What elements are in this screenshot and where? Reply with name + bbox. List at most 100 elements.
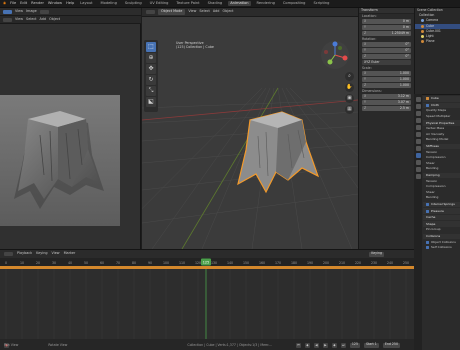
tab-rendering[interactable]: Rendering: [255, 1, 277, 7]
checkbox-icon[interactable]: [426, 209, 429, 213]
particles-tab-icon[interactable]: [415, 146, 421, 151]
timeline-body[interactable]: [0, 269, 414, 339]
menu-view[interactable]: View: [188, 9, 196, 13]
keying-set-dropdown[interactable]: Keying: [369, 251, 384, 257]
3d-viewport[interactable]: Object Mode View Select Add Object User …: [142, 8, 358, 249]
checkbox-icon[interactable]: [426, 202, 429, 206]
image-browse-icon[interactable]: [39, 9, 49, 14]
start-frame-field[interactable]: Start 1: [363, 342, 379, 348]
tab-modeling[interactable]: Modeling: [99, 1, 119, 7]
menu-select[interactable]: Select: [199, 9, 209, 13]
prev-key-icon[interactable]: ◆: [304, 342, 310, 348]
prop-section[interactable]: Pressure: [423, 208, 460, 214]
tab-compositing[interactable]: Compositing: [281, 1, 308, 7]
checkbox-icon[interactable]: [426, 103, 429, 107]
menu-window[interactable]: Window: [48, 1, 62, 6]
mode-dropdown[interactable]: Object Mode: [158, 9, 186, 15]
play-icon[interactable]: ▶: [322, 342, 328, 348]
prop-row[interactable]: Bending: [423, 195, 460, 201]
scene-tab-icon[interactable]: [415, 118, 421, 123]
prop-row[interactable]: Self Collisions: [423, 245, 460, 251]
location-z-field[interactable]: Z 1.25049 m: [362, 31, 411, 36]
navigation-gizmo[interactable]: [320, 40, 350, 70]
cursor-tool-icon[interactable]: ⊕: [146, 53, 156, 63]
tab-animation[interactable]: Animation: [228, 0, 251, 7]
location-y-field[interactable]: Y0 m: [362, 25, 411, 30]
menu-add[interactable]: Add: [213, 9, 220, 13]
outliner-row-plane[interactable]: Plane: [415, 39, 460, 44]
current-frame-field[interactable]: 125: [349, 342, 360, 348]
menu-view[interactable]: View: [52, 251, 60, 255]
tab-scripting[interactable]: Scripting: [311, 1, 331, 7]
menu-keying[interactable]: Keying: [36, 251, 47, 255]
object-name-field[interactable]: Cube: [423, 96, 460, 102]
jump-start-icon[interactable]: ⏮: [295, 342, 301, 348]
prop-row[interactable]: Pin Group: [423, 227, 460, 233]
scale-x-field[interactable]: X 1.000: [362, 71, 411, 76]
tab-layout[interactable]: Layout: [78, 1, 94, 7]
next-key-icon[interactable]: ◆: [331, 342, 337, 348]
transform-tool-icon[interactable]: ⬕: [146, 97, 156, 107]
location-x-field[interactable]: X0 m: [362, 19, 411, 24]
dimensions-y-field[interactable]: Y 3.07 m: [362, 100, 411, 105]
menu-edit[interactable]: Edit: [20, 1, 27, 6]
camera-view-icon[interactable]: ▣: [345, 94, 354, 103]
perspective-toggle-icon[interactable]: ▦: [345, 105, 354, 114]
move-tool-icon[interactable]: ✥: [146, 64, 156, 74]
pan-hand-icon[interactable]: ✋: [345, 83, 354, 92]
editor-type-icon[interactable]: [146, 10, 155, 14]
material-tab-icon[interactable]: [415, 174, 421, 179]
tab-uv-editing[interactable]: UV Editing: [148, 1, 171, 7]
editor-type-icon[interactable]: [3, 17, 12, 22]
physics-tab-icon[interactable]: [415, 153, 421, 158]
world-tab-icon[interactable]: [415, 125, 421, 130]
rotate-tool-icon[interactable]: ↻: [146, 75, 156, 85]
tab-texture-paint[interactable]: Texture Paint: [174, 1, 201, 7]
output-tab-icon[interactable]: [415, 111, 421, 116]
frame-ruler[interactable]: 0 10 20 30 40 50 60 70 80 90 100 110 120 130 140 150 160…: [0, 258, 414, 266]
menu-select[interactable]: Select: [26, 17, 36, 21]
menu-render[interactable]: Render: [31, 1, 44, 6]
end-frame-field[interactable]: End 250: [382, 342, 400, 348]
menu-marker[interactable]: Marker: [64, 251, 76, 255]
tool-tab-icon[interactable]: [415, 97, 421, 102]
menu-help[interactable]: Help: [66, 1, 74, 6]
editor-type-icon[interactable]: [3, 9, 12, 14]
rotation-y-field[interactable]: Y 0°: [362, 48, 411, 53]
tab-sculpting[interactable]: Sculpting: [123, 1, 144, 7]
checkbox-icon[interactable]: [426, 246, 429, 250]
menu-view[interactable]: View: [15, 17, 23, 21]
scale-z-field[interactable]: Z 1.000: [362, 83, 411, 88]
select-box-tool-icon[interactable]: ⬚: [146, 42, 156, 52]
menu-view[interactable]: View: [15, 9, 23, 13]
dimensions-z-field[interactable]: Z 2.5 m: [362, 106, 411, 111]
zoom-icon[interactable]: ⌕: [345, 72, 354, 81]
editor-type-icon[interactable]: [4, 252, 13, 256]
tab-shading[interactable]: Shading: [206, 1, 225, 7]
data-tab-icon[interactable]: [415, 167, 421, 172]
menu-object[interactable]: Object: [222, 9, 233, 13]
play-reverse-icon[interactable]: ◀: [313, 342, 319, 348]
menu-image[interactable]: Image: [26, 9, 37, 13]
prop-section[interactable]: Internal Springs: [423, 201, 460, 208]
scale-y-field[interactable]: Y 1.000: [362, 77, 411, 82]
prop-row[interactable]: Bending Model: [423, 137, 460, 143]
render-tab-icon[interactable]: [415, 104, 421, 109]
modifier-tab-icon[interactable]: [415, 139, 421, 144]
prop-row[interactable]: Speed Multiplier: [423, 114, 460, 120]
rotation-x-field[interactable]: X 0°: [362, 42, 411, 47]
menu-playback[interactable]: Playback: [17, 251, 32, 255]
constraints-tab-icon[interactable]: [415, 160, 421, 165]
menu-file[interactable]: File: [10, 1, 16, 6]
prop-section[interactable]: Cache: [423, 214, 460, 221]
scale-tool-icon[interactable]: ⤡: [146, 86, 156, 96]
checkbox-icon[interactable]: [426, 240, 429, 244]
rotation-mode-dropdown[interactable]: XYZ Euler: [362, 60, 411, 65]
menu-add[interactable]: Add: [40, 17, 47, 21]
object-tab-icon[interactable]: [415, 132, 421, 137]
rotation-z-field[interactable]: Z 0°: [362, 54, 411, 59]
blender-logo-icon[interactable]: ◉: [3, 1, 6, 6]
prop-row[interactable]: Bending: [423, 166, 460, 172]
menu-object[interactable]: Object: [49, 17, 60, 21]
dimensions-x-field[interactable]: X 3.12 m: [362, 94, 411, 99]
